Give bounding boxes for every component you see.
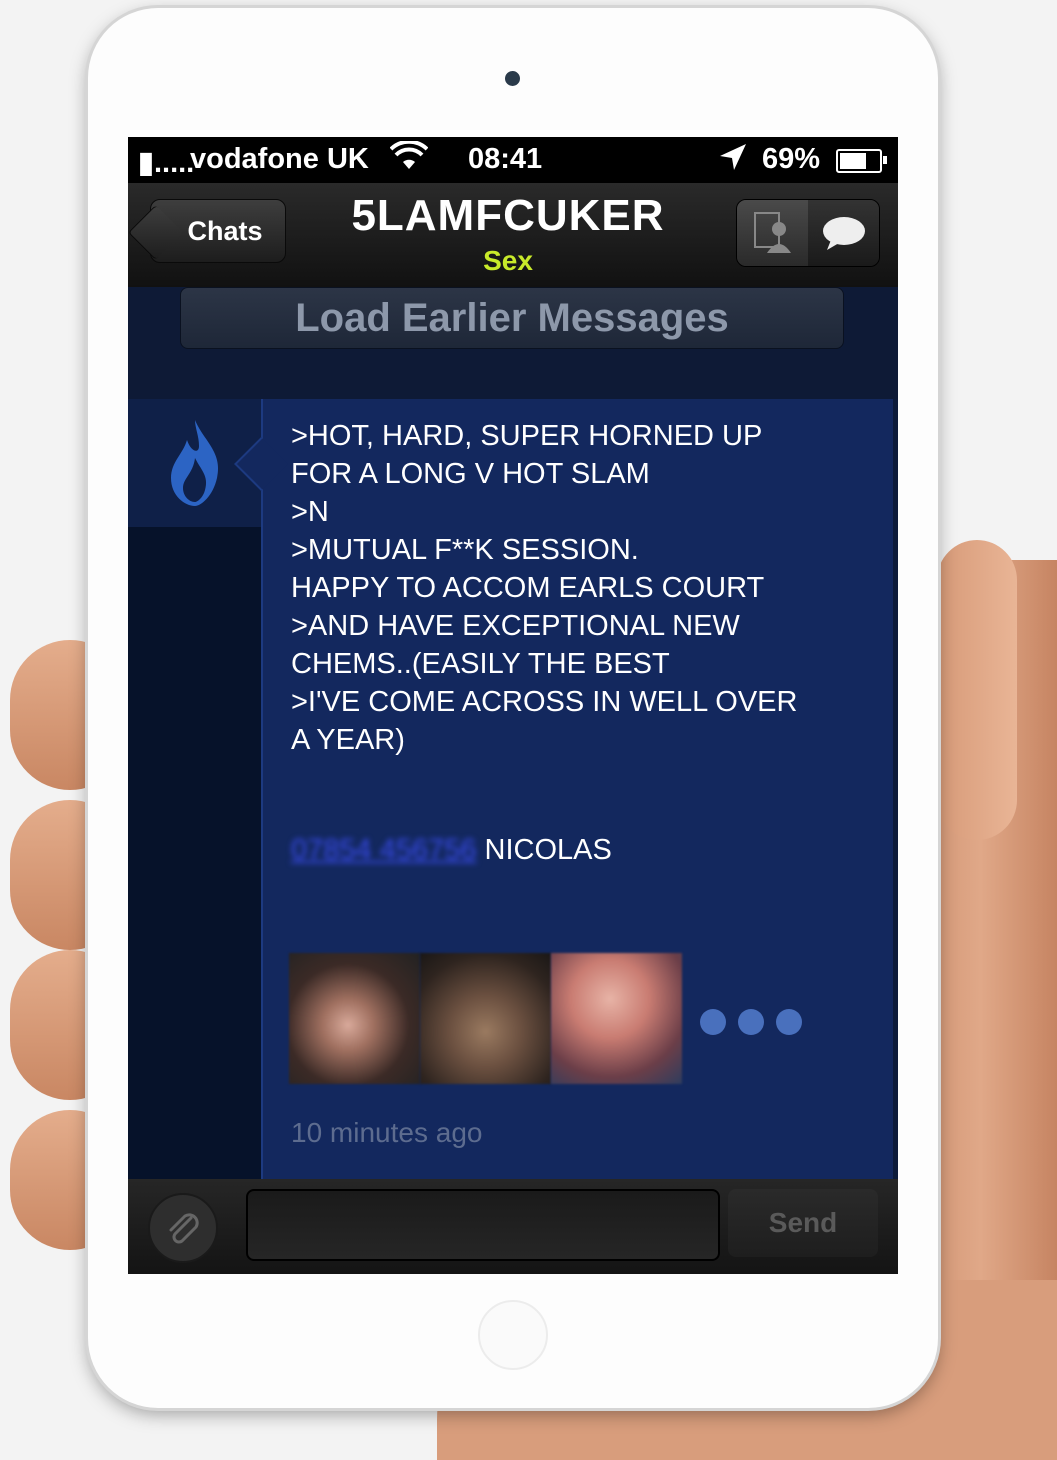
message-line: >I'VE COME ACROSS IN WELL OVER	[291, 686, 798, 718]
more-dots-icon[interactable]	[700, 1009, 802, 1035]
composer-bar: Send	[128, 1179, 898, 1274]
message-timestamp: 10 minutes ago	[291, 1117, 483, 1148]
view-segmented-control	[736, 199, 880, 267]
signal-strength: ▮.....	[138, 147, 195, 179]
profile-icon[interactable]	[737, 200, 808, 266]
message-line: >MUTUAL F**K SESSION.	[291, 534, 639, 566]
wifi-icon	[389, 139, 429, 178]
photo-thumbnail[interactable]	[289, 953, 420, 1084]
message-line: >HOT, HARD, SUPER HORNED UP	[291, 420, 763, 452]
nav-bar: Chats 5LAMFCUKER Sex	[128, 183, 898, 288]
photo-thumbnail[interactable]	[420, 953, 551, 1084]
message-line: >N	[291, 496, 329, 528]
phone-number-link[interactable]: 07854 456756	[291, 834, 476, 866]
message-input[interactable]	[246, 1189, 720, 1261]
carrier-name: vodafone UK	[190, 143, 369, 175]
chat-bubble-icon[interactable]	[808, 200, 879, 266]
hand-thumb	[937, 540, 1017, 840]
message-line: CHEMS..(EASILY THE BEST	[291, 648, 670, 680]
load-earlier-button[interactable]: Load Earlier Messages	[180, 287, 844, 349]
app-screen: ▮..... vodafone UK 08:41 69% Chats 5LAMF…	[128, 137, 898, 1274]
chat-title: 5LAMFCUKER	[351, 191, 665, 240]
message-line: HAPPY TO ACCOM EARLS COURT	[291, 572, 765, 604]
clock: 08:41	[468, 143, 543, 175]
back-button-label: Chats	[187, 215, 263, 246]
back-button[interactable]: Chats	[150, 199, 286, 263]
chat-subtitle: Sex	[483, 245, 533, 276]
photo-thumbnail[interactable]	[551, 953, 682, 1084]
status-bar: ▮..... vodafone UK 08:41 69%	[128, 137, 898, 183]
send-button[interactable]: Send	[728, 1189, 878, 1257]
battery-icon	[836, 149, 887, 173]
location-arrow-icon	[718, 142, 748, 180]
message-line: >AND HAVE EXCEPTIONAL NEW	[291, 610, 740, 642]
front-camera	[505, 71, 520, 86]
contact-name: NICOLAS	[484, 834, 612, 866]
paperclip-icon[interactable]	[148, 1193, 218, 1263]
message-line: FOR A LONG V HOT SLAM	[291, 458, 650, 490]
contact-line: 07854 456756 NICOLAS	[291, 834, 612, 867]
battery-percent: 69%	[762, 143, 821, 175]
home-button[interactable]	[478, 1300, 548, 1370]
message-text: >HOT, HARD, SUPER HORNED UP FOR A LONG V…	[291, 417, 871, 759]
message-line: A YEAR)	[291, 724, 405, 756]
photo-thumbnails	[289, 953, 682, 1084]
